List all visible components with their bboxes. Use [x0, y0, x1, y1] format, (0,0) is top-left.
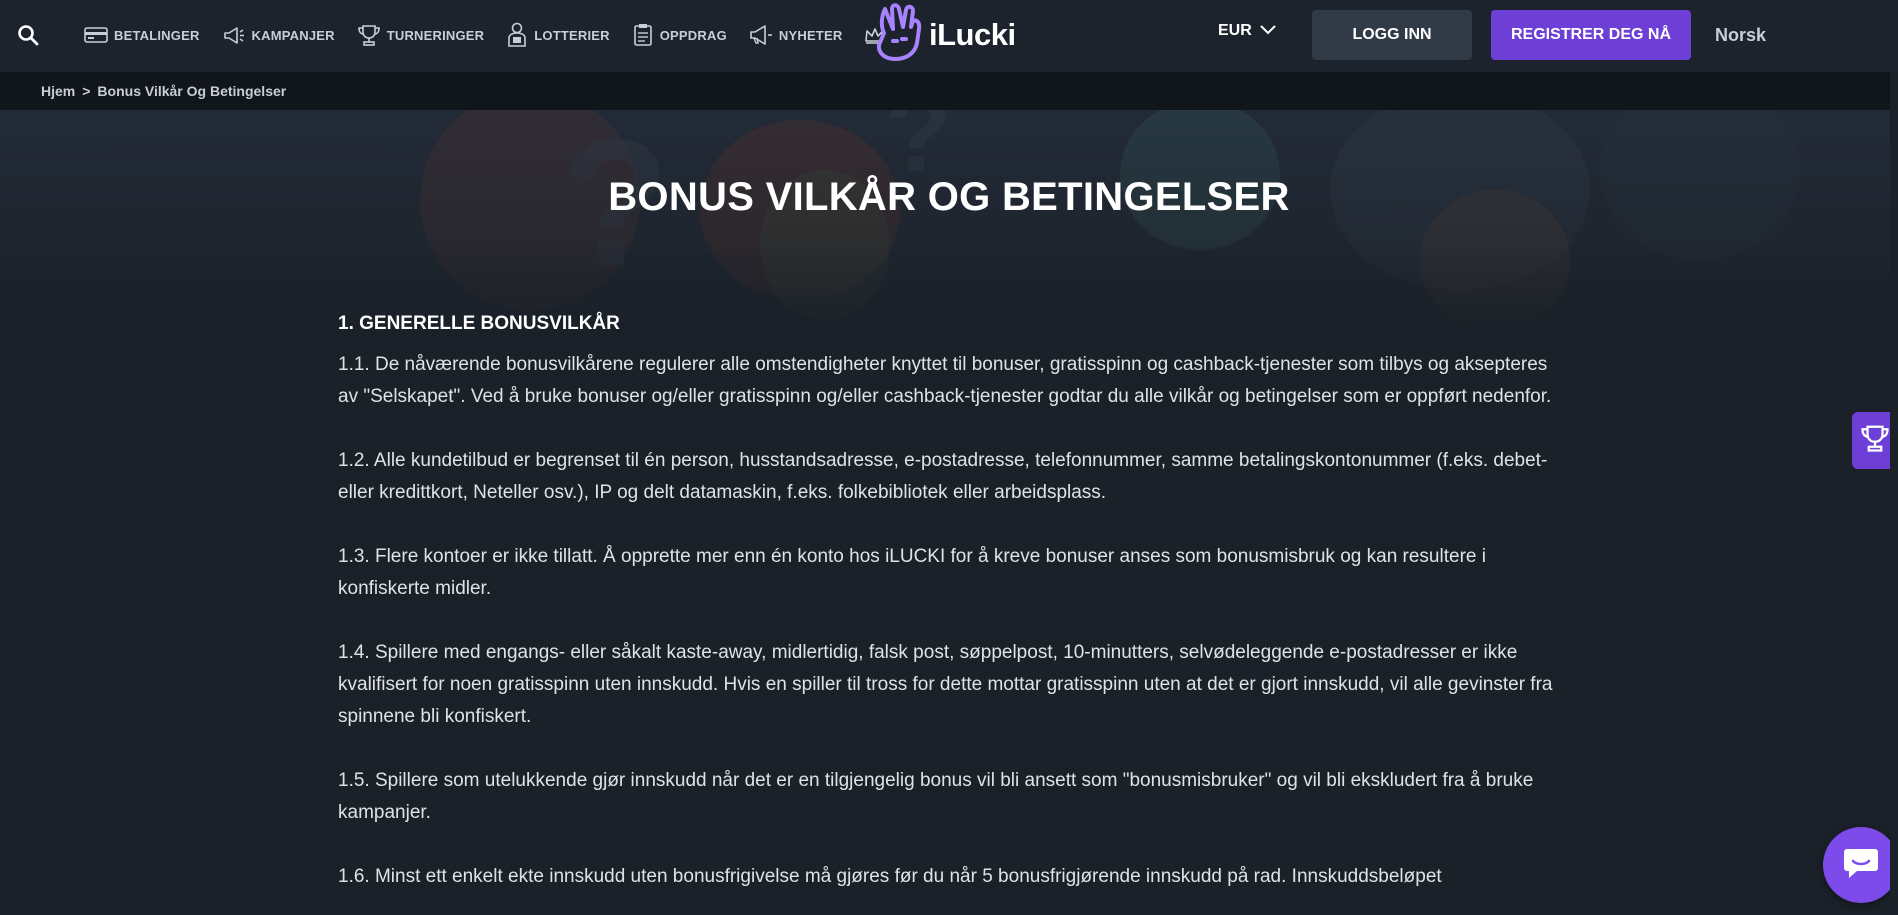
hero-fade-overlay: [0, 110, 1898, 340]
card-icon: [84, 26, 108, 44]
currency-value: EUR: [1218, 22, 1252, 39]
nav-turneringer-label: TURNERINGER: [386, 27, 485, 43]
breadcrumb: Hjem > Bonus Vilkår Og Betingelser: [0, 72, 1898, 110]
breadcrumb-home[interactable]: Hjem: [41, 83, 75, 99]
section-heading: 1. GENERELLE BONUSVILKÅR: [338, 313, 620, 334]
nav-turneringer[interactable]: TURNERINGER: [357, 24, 485, 46]
clipboard-icon: [632, 23, 654, 47]
login-button[interactable]: LOGG INN: [1312, 10, 1472, 60]
breadcrumb-current: Bonus Vilkår Og Betingelser: [97, 83, 287, 99]
nav-oppdrag[interactable]: OPPDRAG: [632, 23, 727, 47]
page-scrollbar[interactable]: [1890, 72, 1898, 915]
nav-kampanjer-label: KAMPANJER: [251, 27, 335, 43]
nav-betalinger[interactable]: BETALINGER: [84, 26, 200, 44]
terms-paragraph: 1.1. De nåværende bonusvilkårene reguler…: [338, 354, 1552, 407]
nav-kampanjer[interactable]: KAMPANJER: [222, 25, 335, 45]
breadcrumb-separator: >: [82, 83, 91, 99]
lottery-icon: [506, 22, 528, 48]
hero-background: ? ?: [0, 110, 1898, 340]
nav-nyheter[interactable]: NYHETER: [749, 25, 843, 45]
live-chat-button[interactable]: [1823, 827, 1898, 903]
search-icon[interactable]: [17, 24, 39, 46]
language-selector[interactable]: Norsk: [1715, 25, 1766, 46]
news-megaphone-icon: [749, 25, 773, 45]
terms-paragraph: 1.6. Minst ett enkelt ekte innskudd uten…: [338, 866, 1442, 887]
ilucki-logo[interactable]: iLucki: [873, 2, 1016, 68]
currency-selector[interactable]: EUR: [1218, 22, 1276, 40]
terms-paragraph: 1.4. Spillere med engangs- eller såkalt …: [338, 642, 1553, 727]
terms-paragraph: 1.2. Alle kundetilbud er begrenset til é…: [338, 450, 1548, 503]
terms-content: 1. GENERELLE BONUSVILKÅR 1.1. De nåværen…: [338, 313, 1560, 915]
terms-paragraph: 1.5. Spillere som utelukkende gjør innsk…: [338, 770, 1534, 823]
trophy-icon: [357, 24, 381, 46]
main-nav: BETALINGER KAMPANJER TURNERINGER LOTTERI…: [84, 0, 908, 70]
register-button[interactable]: REGISTRER DEG NÅ: [1491, 10, 1691, 60]
terms-paragraph: 1.3. Flere kontoer er ikke tillatt. Å op…: [338, 546, 1486, 599]
logo-text: iLucki: [929, 17, 1016, 52]
chat-icon: [1843, 846, 1879, 885]
megaphone-icon: [222, 25, 246, 45]
nav-lotterier[interactable]: LOTTERIER: [506, 22, 610, 48]
rabbit-hand-logo-icon: [873, 2, 925, 68]
page-title: BONUS VILKÅR OG BETINGELSER: [608, 175, 1290, 219]
nav-oppdrag-label: OPPDRAG: [659, 27, 727, 43]
nav-nyheter-label: NYHETER: [778, 27, 843, 43]
nav-lotterier-label: LOTTERIER: [534, 27, 610, 43]
trophy-icon: [1860, 423, 1890, 458]
nav-betalinger-label: BETALINGER: [114, 27, 200, 43]
chevron-down-icon: [1260, 22, 1276, 40]
top-navigation-bar: BETALINGER KAMPANJER TURNERINGER LOTTERI…: [0, 0, 1898, 70]
